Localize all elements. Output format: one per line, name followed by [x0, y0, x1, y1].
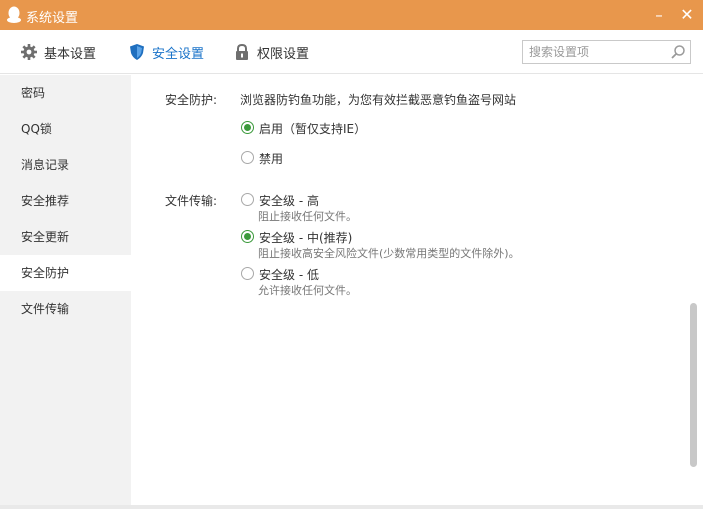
gear-icon	[21, 44, 37, 60]
search-icon[interactable]	[670, 44, 686, 60]
search-box	[522, 40, 691, 64]
scrollbar-thumb[interactable]	[690, 303, 697, 467]
tab-basic-settings[interactable]: 基本设置	[20, 41, 96, 63]
qq-penguin-icon	[7, 6, 21, 23]
protection-disable-radio[interactable]	[241, 151, 254, 164]
tab-label: 安全设置	[152, 46, 205, 62]
level-high-description: 阻止接收任何文件。	[258, 210, 357, 223]
level-low-label[interactable]: 安全级 - 低	[259, 266, 319, 283]
level-high-label[interactable]: 安全级 - 高	[259, 192, 319, 209]
protection-disable-label[interactable]: 禁用	[259, 150, 283, 167]
file-transfer-label: 文件传输:	[165, 194, 218, 208]
sidebar-item-qq-lock[interactable]: QQ锁	[0, 111, 131, 147]
sidebar: 密码 QQ锁 消息记录 安全推荐 安全更新 安全防护 文件传输	[0, 75, 131, 505]
title-bar: 系统设置 – ✕	[0, 0, 703, 30]
level-low-description: 允许接收任何文件。	[258, 284, 357, 297]
protection-enable-label[interactable]: 启用（暂仅支持IE）	[259, 120, 366, 137]
sidebar-item-security-recommend[interactable]: 安全推荐	[0, 183, 131, 219]
tab-permission-settings[interactable]: 权限设置	[233, 41, 309, 63]
sidebar-item-security-update[interactable]: 安全更新	[0, 219, 131, 255]
sidebar-item-security-protection[interactable]: 安全防护	[0, 255, 131, 291]
tab-label: 基本设置	[44, 46, 97, 62]
sidebar-item-message-history[interactable]: 消息记录	[0, 147, 131, 183]
level-medium-label[interactable]: 安全级 - 中(推荐)	[259, 229, 352, 246]
window-title: 系统设置	[26, 11, 79, 26]
bottom-divider	[0, 505, 703, 509]
protection-enable-radio[interactable]	[241, 121, 254, 134]
search-input[interactable]	[529, 43, 665, 61]
shield-icon	[130, 44, 144, 60]
settings-content: 安全防护: 浏览器防钓鱼功能，为您有效拦截恶意钓鱼盗号网站 启用（暂仅支持IE）…	[131, 75, 703, 505]
level-medium-radio[interactable]	[241, 230, 254, 243]
close-button[interactable]: ✕	[678, 6, 696, 24]
level-medium-description: 阻止接收高安全风险文件(少数常用类型的文件除外)。	[258, 247, 520, 260]
sidebar-item-file-transfer[interactable]: 文件传输	[0, 291, 131, 327]
tab-label: 权限设置	[257, 46, 310, 62]
settings-toolbar: 基本设置 安全设置 权限设置	[0, 30, 703, 74]
protection-label: 安全防护:	[165, 93, 218, 107]
minimize-button[interactable]: –	[650, 6, 668, 24]
tab-security-settings[interactable]: 安全设置	[128, 41, 204, 63]
level-low-radio[interactable]	[241, 267, 254, 280]
lock-icon	[236, 43, 248, 60]
protection-description: 浏览器防钓鱼功能，为您有效拦截恶意钓鱼盗号网站	[240, 93, 517, 107]
level-high-radio[interactable]	[241, 193, 254, 206]
sidebar-item-password[interactable]: 密码	[0, 75, 131, 111]
